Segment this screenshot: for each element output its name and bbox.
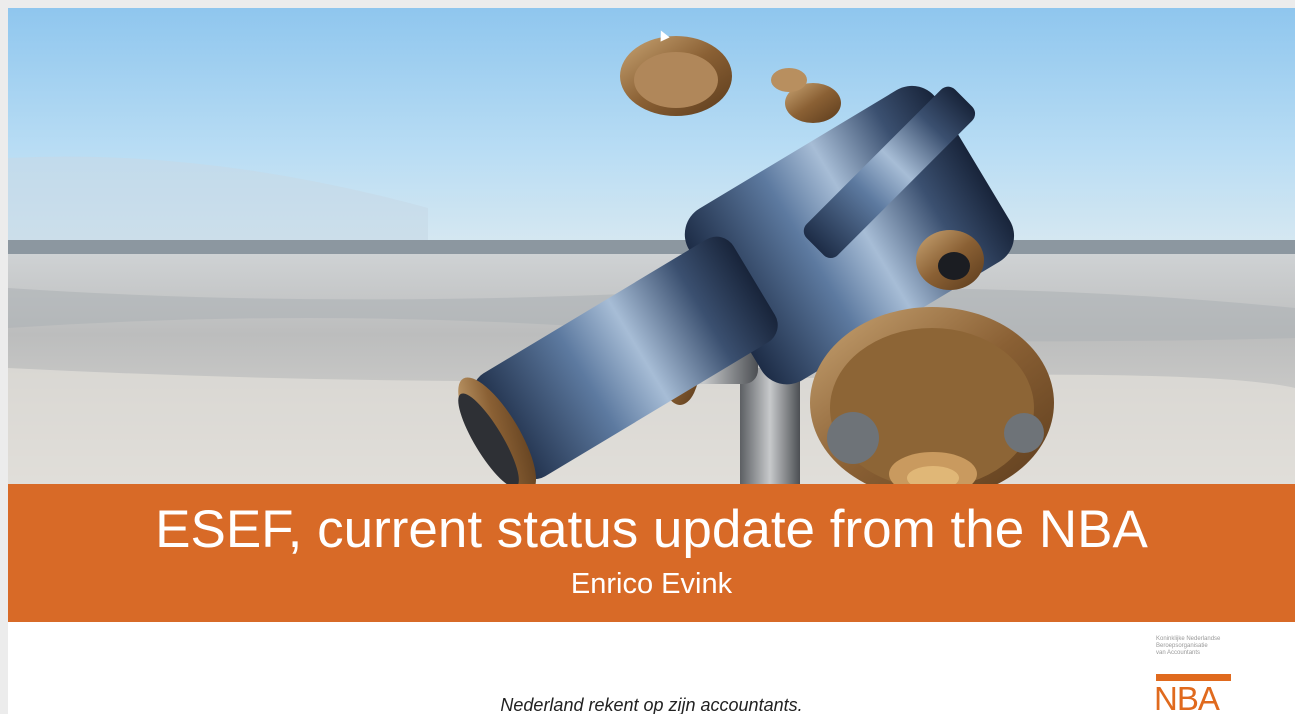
slide-subtitle: Enrico Evink [570,568,733,600]
nba-logo: Koninklijke Nederlandse Beroepsorganisat… [1146,632,1286,714]
slide-title: ESEF, current status update from the NBA [155,500,1148,559]
logo-fine-print: Koninklijke Nederlandse Beroepsorganisat… [1156,636,1221,656]
slide-tagline: Nederland rekent op zijn accountants. [500,695,803,714]
slide-photo [8,8,1295,484]
title-band: ESEF, current status update from the NBA… [8,484,1295,622]
presentation-slide: ESEF, current status update from the NBA… [8,8,1295,714]
logo-mark: NBA [1154,680,1220,714]
